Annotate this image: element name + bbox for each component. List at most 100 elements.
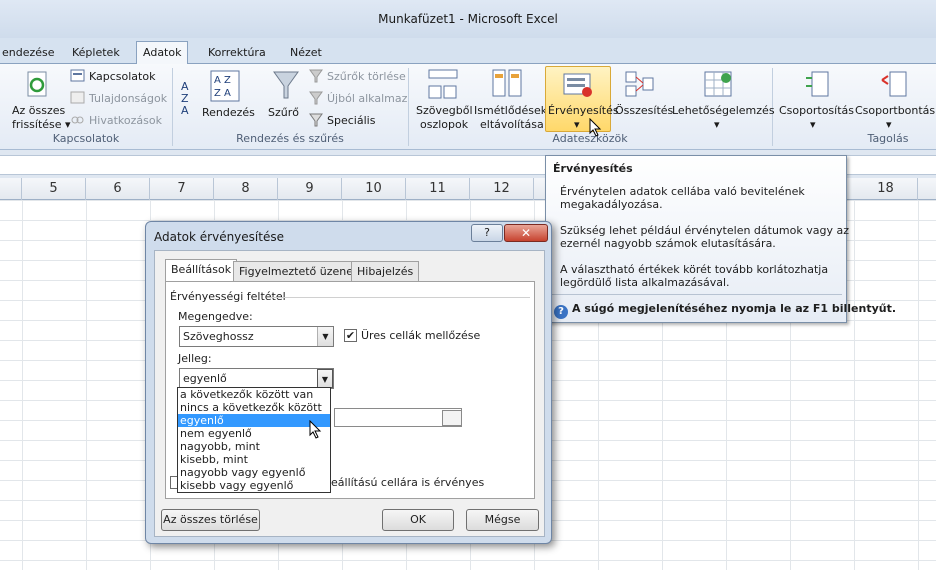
ribbon-tabs: endezése Képletek Adatok Korrektúra Néze… — [0, 38, 936, 65]
list-item[interactable]: kisebb vagy egyenlő — [178, 479, 330, 492]
sort-button[interactable]: Rendezés — [202, 106, 255, 119]
tab-adatok[interactable]: Adatok — [136, 41, 189, 65]
mouse-cursor-icon — [589, 118, 602, 137]
consolidate-button[interactable]: Összesítés — [615, 104, 673, 117]
tab-lapelrendezes[interactable]: endezése — [0, 43, 61, 64]
chevron-down-icon[interactable]: ▼ — [317, 369, 333, 388]
text-to-columns-button-line2[interactable]: oszlopok — [420, 118, 468, 131]
tooltip-text: megakadályozása. — [560, 198, 663, 211]
dialog-close-button[interactable]: ✕ — [504, 224, 548, 242]
cancel-button[interactable]: Mégse — [466, 509, 539, 531]
consolidate-icon — [625, 71, 654, 97]
tooltip-help-text: A súgó megjelenítéséhez nyomja le az F1 … — [572, 302, 897, 315]
remove-duplicates-button-line2[interactable]: eltávolítása — [480, 118, 544, 131]
refresh-all-button[interactable]: Az összes — [12, 104, 65, 117]
text-to-columns-icon — [428, 69, 458, 99]
list-item-selected[interactable]: egyenlő — [178, 414, 330, 427]
window-title: Munkafüzet1 - Microsoft Excel — [0, 0, 936, 38]
refresh-all-button-line2[interactable]: frissítése ▾ — [12, 118, 71, 131]
criteria-label: Érvényességi feltétel — [170, 290, 286, 303]
ungroup-button[interactable]: Csoportbontás — [855, 104, 935, 117]
dialog-title: Adatok érvényesítése — [154, 230, 284, 244]
ignore-blank-label: Üres cellák mellőzése — [361, 329, 481, 342]
allow-label: Megengedve: — [178, 310, 253, 323]
allow-select-value: Szöveghossz — [183, 330, 254, 343]
column-header[interactable]: 6 — [86, 178, 150, 200]
data-select-value: egyenlő — [183, 372, 227, 385]
remove-duplicates-icon — [492, 69, 522, 97]
ignore-blank-checkbox[interactable]: ✔ — [344, 329, 357, 342]
list-item[interactable]: a következők között van — [178, 388, 330, 401]
column-header[interactable]: 8 — [214, 178, 278, 200]
tooltip-text: Szükség lehet például érvénytelen dátumo… — [560, 224, 849, 237]
data-select[interactable]: egyenlő ▼ — [179, 368, 334, 389]
text-to-columns-button[interactable]: Szövegből — [416, 104, 473, 117]
list-item[interactable]: nincs a következők között — [178, 401, 330, 414]
tab-settings[interactable]: Beállítások — [165, 259, 238, 282]
list-item[interactable]: nagyobb, mint — [178, 440, 330, 453]
column-header[interactable]: 18 — [854, 178, 918, 200]
column-header[interactable]: 7 — [150, 178, 214, 200]
tab-kepletek[interactable]: Képletek — [66, 43, 126, 64]
list-item[interactable]: kisebb, mint — [178, 453, 330, 466]
list-item[interactable]: nagyobb vagy egyenlő — [178, 466, 330, 479]
refresh-all-icon — [27, 71, 47, 97]
clear-filter-button[interactable]: Szűrők törlése — [327, 70, 406, 83]
sort-dialog-icon: A Z Z A — [210, 70, 240, 102]
connections-button[interactable]: Kapcsolatok — [89, 70, 155, 83]
tab-nezet[interactable]: Nézet — [284, 43, 328, 64]
group-label-tagolas: Tagolás — [867, 132, 909, 145]
tooltip-divider — [550, 294, 842, 295]
tab-error-alert[interactable]: Hibajelzés — [351, 261, 420, 281]
edit-links-button[interactable]: Hivatkozások — [89, 114, 162, 127]
data-validation-label: Érvényesítés — [548, 104, 619, 117]
what-if-arrow[interactable]: ▾ — [714, 118, 720, 131]
group-label-kapcsolatok: Kapcsolatok — [52, 132, 120, 145]
filter-small-icons — [309, 69, 323, 127]
column-header[interactable]: 5 — [22, 178, 86, 200]
tooltip-text: Érvénytelen adatok cellába való bevitelé… — [560, 185, 805, 198]
links-icon — [71, 116, 84, 124]
apply-all-label: eállítású cellára is érvényes — [331, 476, 485, 489]
data-validation-arrow[interactable]: ▾ — [574, 118, 580, 131]
group-button[interactable]: Csoportosítás — [779, 104, 854, 117]
tooltip-help: ? A súgó megjelenítéséhez nyomja le az F1… — [554, 302, 896, 319]
svg-text:A: A — [181, 104, 189, 117]
filter-icon — [273, 71, 299, 99]
svg-text:A Z: A Z — [214, 75, 231, 86]
filter-button[interactable]: Szűrő — [268, 106, 299, 119]
allow-select[interactable]: Szöveghossz ▼ — [179, 326, 334, 347]
ok-button[interactable]: OK — [382, 509, 454, 531]
dialog-help-button[interactable]: ? — [471, 224, 503, 242]
data-validation-dialog: Adatok érvényesítése ? ✕ Beállítások Fig… — [145, 221, 552, 544]
column-header[interactable]: 12 — [470, 178, 534, 200]
properties-icon — [70, 91, 85, 104]
group-arrow[interactable]: ▾ — [810, 118, 816, 131]
properties-button[interactable]: Tulajdonságok — [89, 92, 167, 105]
column-header[interactable] — [0, 178, 22, 200]
clear-all-button[interactable]: Az összes törlése — [161, 509, 260, 531]
svg-text:Z A: Z A — [214, 88, 231, 99]
data-label: Jelleg: — [178, 352, 212, 365]
remove-duplicates-button[interactable]: Ismétlődések — [474, 104, 547, 117]
column-header[interactable]: 10 — [342, 178, 406, 200]
sort-az-icon: AZ A — [181, 80, 189, 117]
help-icon: ? — [554, 305, 568, 319]
chevron-down-icon[interactable]: ▼ — [317, 327, 333, 346]
tab-input-message[interactable]: Figyelmeztető üzenet — [233, 261, 364, 281]
tab-korrektura[interactable]: Korrektúra — [202, 43, 272, 64]
tooltip-title: Érvényesítés — [553, 162, 633, 175]
what-if-analysis-button[interactable]: Lehetőségelemzés — [672, 104, 775, 117]
column-header[interactable]: 11 — [406, 178, 470, 200]
group-label-rendezes: Rendezés és szűrés — [236, 132, 344, 145]
column-header[interactable]: 9 — [278, 178, 342, 200]
ungroup-arrow[interactable]: ▾ — [886, 118, 892, 131]
reapply-button[interactable]: Újból alkalmaz — [327, 92, 407, 105]
group-icon — [806, 71, 829, 97]
ungroup-icon — [881, 71, 907, 97]
range-select-icon[interactable] — [442, 410, 462, 426]
advanced-filter-button[interactable]: Speciális — [327, 114, 375, 127]
tooltip-text: ezernél nagyobb számok elutasítására. — [560, 237, 776, 250]
list-item[interactable]: nem egyenlő — [178, 427, 330, 440]
data-dropdown-list[interactable]: a következők között van nincs a következ… — [177, 387, 331, 493]
